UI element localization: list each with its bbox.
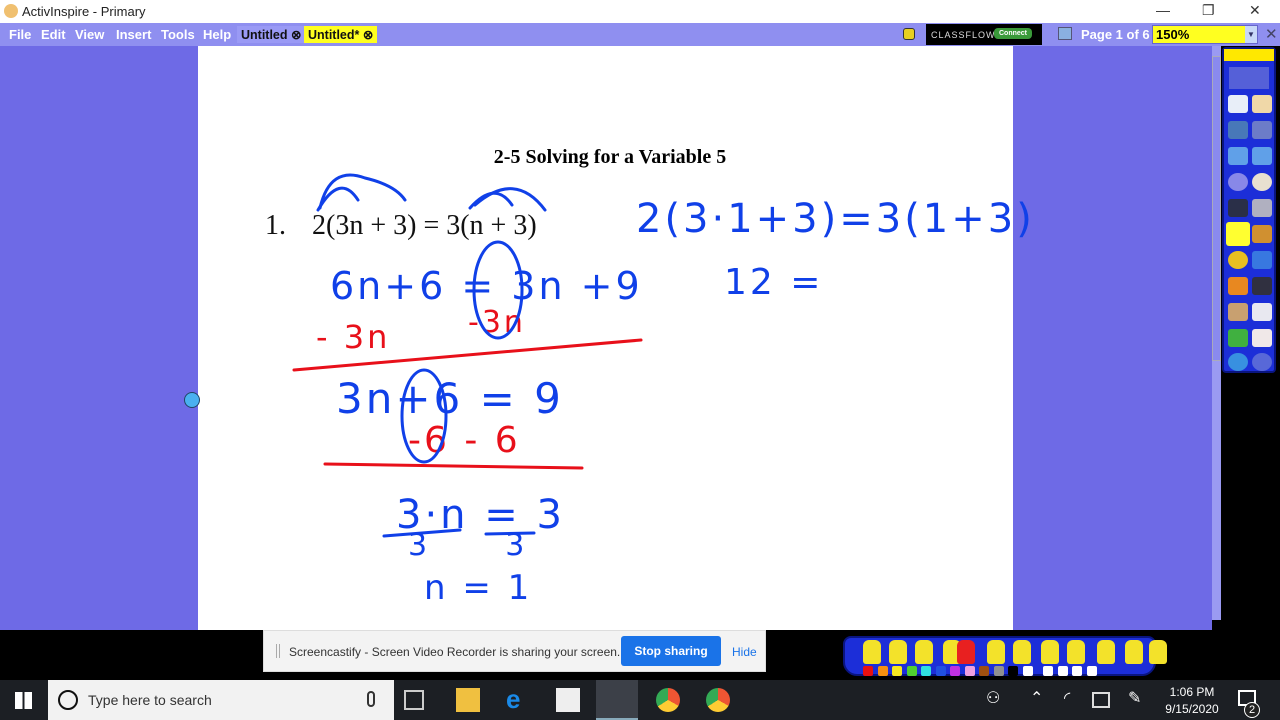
drag-handle[interactable] xyxy=(276,644,280,658)
pen-workspace-icon[interactable]: ✎ xyxy=(1128,688,1152,712)
clock[interactable]: 1:06 PM 9/15/2020 xyxy=(1160,684,1224,718)
help-icon[interactable] xyxy=(1252,173,1272,191)
chrome-icon-2[interactable] xyxy=(706,688,730,712)
pen-tool-8[interactable] xyxy=(1041,640,1059,664)
people-icon[interactable]: ⚇ xyxy=(986,688,1010,712)
color-swatch[interactable] xyxy=(1022,666,1033,676)
color-swatch[interactable] xyxy=(906,666,917,676)
hide-button[interactable]: Hide xyxy=(732,645,757,659)
fill-icon[interactable] xyxy=(1252,225,1272,243)
tools-icon[interactable] xyxy=(1252,121,1272,139)
resource-box-icon[interactable] xyxy=(1228,277,1248,295)
color-swatch[interactable] xyxy=(993,666,1004,676)
chrome-icon[interactable] xyxy=(656,688,680,712)
ink-circle-6 xyxy=(400,368,448,464)
ink-line-1 xyxy=(292,338,643,372)
previous-page-icon[interactable] xyxy=(1228,147,1248,165)
date: 9/15/2020 xyxy=(1165,702,1219,716)
task-view-icon[interactable] xyxy=(404,690,424,710)
desktop-annotate-icon[interactable] xyxy=(1228,121,1248,139)
ink-arrow-2 xyxy=(316,186,360,212)
select-arrow-icon[interactable] xyxy=(1228,199,1248,217)
activinspire-taskbar-button[interactable] xyxy=(596,680,638,720)
color-swatch[interactable] xyxy=(1086,666,1097,676)
color-swatch[interactable] xyxy=(979,666,989,676)
main-toolbox xyxy=(1222,47,1276,373)
pen-tool-3[interactable] xyxy=(915,640,933,664)
color-swatch[interactable] xyxy=(863,666,873,676)
next-page-icon[interactable] xyxy=(1252,147,1272,165)
redo-icon[interactable] xyxy=(1252,353,1272,371)
notification-badge: 2 xyxy=(1244,702,1260,718)
insert-media-icon[interactable] xyxy=(1228,303,1248,321)
pen-tool-11[interactable] xyxy=(1125,640,1143,664)
ink-fraction-bar-2 xyxy=(484,531,536,536)
color-swatch[interactable] xyxy=(1008,666,1018,676)
color-swatch[interactable] xyxy=(964,666,975,676)
text-icon[interactable] xyxy=(1252,277,1272,295)
taskbar-search[interactable]: Type here to search xyxy=(48,680,394,720)
vertical-scrollbar[interactable] xyxy=(1212,46,1221,620)
store-icon[interactable] xyxy=(556,688,580,712)
pen-tool-9[interactable] xyxy=(1067,640,1085,664)
edge-icon[interactable]: e xyxy=(506,684,530,714)
scrollbar-thumb[interactable] xyxy=(1212,56,1221,361)
stop-sharing-button[interactable]: Stop sharing xyxy=(621,636,721,666)
export-button[interactable] xyxy=(1229,67,1269,89)
color-swatch[interactable] xyxy=(1057,666,1068,676)
play-icon[interactable] xyxy=(1228,173,1248,191)
pen-tool-12[interactable] xyxy=(1149,640,1167,664)
shape-icon[interactable] xyxy=(1228,251,1248,269)
wifi-icon[interactable]: ◜ xyxy=(1064,688,1088,712)
time: 1:06 PM xyxy=(1169,685,1215,699)
ink-fraction-bar-1 xyxy=(382,528,462,538)
insert-page-icon[interactable] xyxy=(1252,303,1272,321)
pen-tool-10[interactable] xyxy=(1097,640,1115,664)
color-swatch[interactable] xyxy=(935,666,946,676)
taskbar: Type here to search e ⚇ ⌃ ◜ ✎ 1:06 PM 9/1… xyxy=(0,680,1280,720)
screen-share-bar: Screencastify - Screen Video Recorder is… xyxy=(263,630,766,672)
chevron-up-icon[interactable]: ⌃ xyxy=(1030,688,1054,712)
color-swatch[interactable] xyxy=(877,666,888,676)
cortana-icon xyxy=(58,690,78,710)
color-swatch[interactable] xyxy=(950,666,960,676)
color-swatch[interactable] xyxy=(1072,666,1082,676)
pen-icon[interactable] xyxy=(1226,222,1250,246)
file-explorer-icon[interactable] xyxy=(456,688,480,712)
clear-icon[interactable] xyxy=(1228,329,1248,347)
pen-tool-2[interactable] xyxy=(889,640,907,664)
undo-icon[interactable] xyxy=(1228,353,1248,371)
ink-strokes xyxy=(292,173,643,538)
reset-page-icon[interactable] xyxy=(1252,329,1272,347)
security-icon[interactable] xyxy=(1092,692,1110,708)
ink-circle-3n xyxy=(472,240,524,340)
pen-tool-1[interactable] xyxy=(863,640,881,664)
windows-start-icon[interactable] xyxy=(15,692,32,709)
pen-tool-7[interactable] xyxy=(1013,640,1031,664)
toolbox-header[interactable] xyxy=(1224,49,1274,61)
more-tools-icon[interactable] xyxy=(1252,199,1272,217)
ink-arrow-4 xyxy=(473,187,547,212)
pen-tool-5[interactable] xyxy=(957,640,975,664)
share-message: Screencastify - Screen Video Recorder is… xyxy=(289,645,621,659)
microphone-icon[interactable] xyxy=(367,691,375,707)
flipchart-browser-icon[interactable] xyxy=(1228,95,1248,113)
pen-tray xyxy=(843,636,1167,676)
user-profile-icon[interactable] xyxy=(1252,95,1272,113)
ink-line-2 xyxy=(323,462,584,470)
pen-tool-6[interactable] xyxy=(987,640,1005,664)
search-placeholder: Type here to search xyxy=(88,692,212,708)
connector-icon[interactable] xyxy=(1252,251,1272,269)
color-swatch[interactable] xyxy=(892,666,902,676)
color-swatch[interactable] xyxy=(921,666,931,676)
color-swatch[interactable] xyxy=(1043,666,1053,676)
